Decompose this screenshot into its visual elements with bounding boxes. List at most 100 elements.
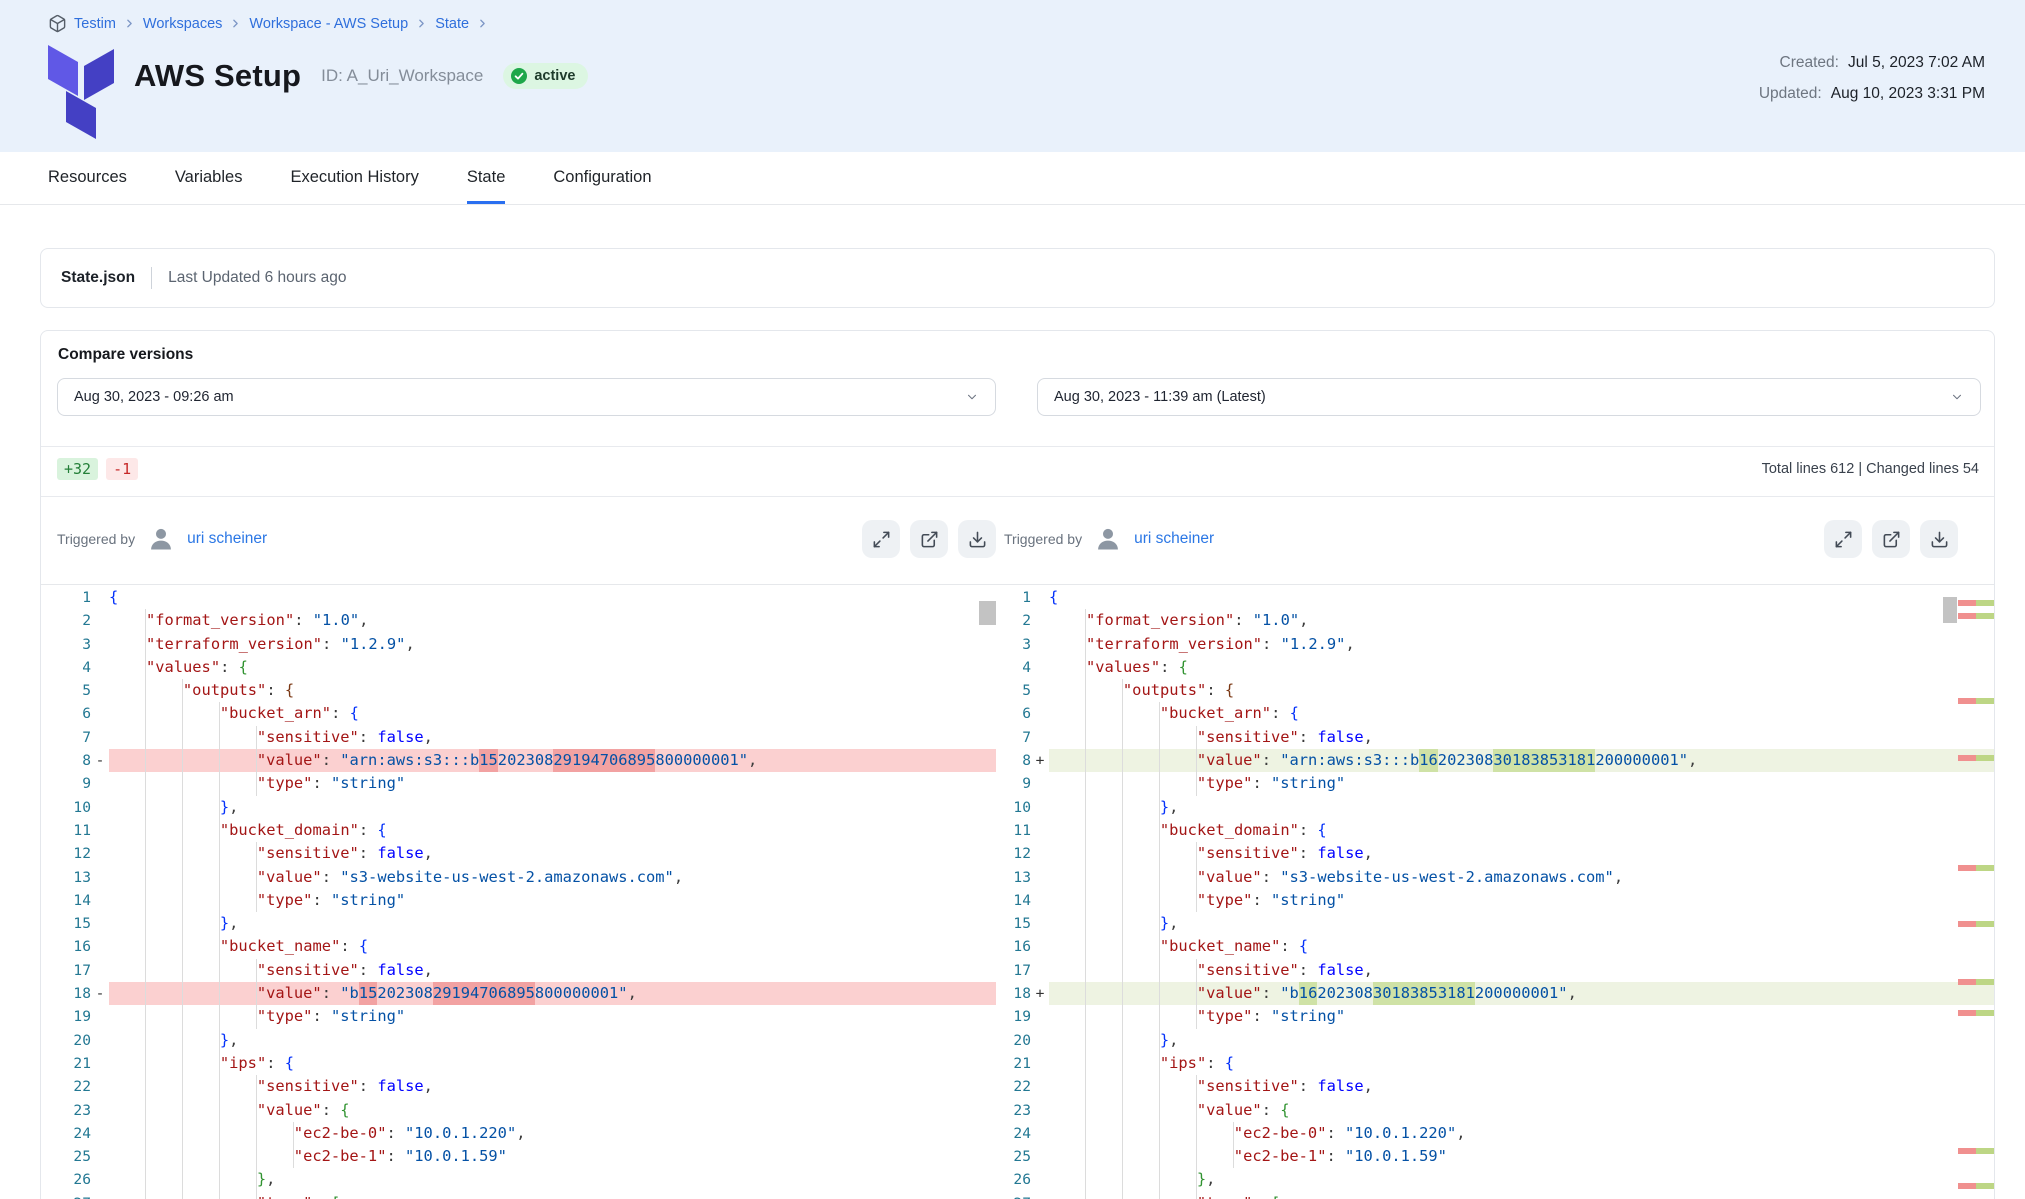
external-link-icon bbox=[1882, 530, 1901, 549]
expand-button[interactable] bbox=[1824, 520, 1862, 558]
line-number: 22 bbox=[1004, 1075, 1031, 1098]
indent-guides bbox=[109, 1192, 257, 1199]
tab-variables[interactable]: Variables bbox=[175, 152, 243, 204]
indent-guides bbox=[1049, 1122, 1234, 1145]
code-line: 12"sensitive": false, bbox=[1004, 842, 1994, 865]
diff-marker bbox=[1031, 656, 1049, 679]
line-number: 27 bbox=[57, 1192, 91, 1199]
line-number: 20 bbox=[1004, 1029, 1031, 1052]
code-line: 7"sensitive": false, bbox=[57, 726, 996, 749]
code-line-content: "outputs": { bbox=[109, 679, 996, 702]
code-line-content: "terraform_version": "1.2.9", bbox=[1049, 633, 1994, 656]
version-select-right-value: Aug 30, 2023 - 11:39 am (Latest) bbox=[1054, 389, 1266, 405]
download-button[interactable] bbox=[1920, 520, 1958, 558]
indent-guides bbox=[1049, 726, 1197, 749]
diff-ruler-mark bbox=[1958, 600, 1994, 606]
triggered-by-user-link[interactable]: uri scheiner bbox=[1134, 530, 1214, 548]
chevron-down-icon bbox=[965, 390, 979, 404]
created-value: Jul 5, 2023 7:02 AM bbox=[1848, 54, 1985, 72]
code-line: 15}, bbox=[1004, 912, 1994, 935]
indent-guides bbox=[109, 935, 220, 958]
cube-icon bbox=[48, 14, 67, 33]
indent-guides bbox=[1049, 796, 1160, 819]
indent-guides bbox=[1049, 1192, 1197, 1199]
updated-label: Updated: bbox=[1759, 85, 1822, 103]
indent-guides bbox=[109, 819, 220, 842]
indent-guides bbox=[109, 1099, 257, 1122]
version-select-right[interactable]: Aug 30, 2023 - 11:39 am (Latest) bbox=[1037, 378, 1981, 416]
indent-guides bbox=[109, 889, 257, 912]
code-line: 12"sensitive": false, bbox=[57, 842, 996, 865]
code-line-content: "type": "string" bbox=[1049, 1005, 1994, 1028]
line-number: 22 bbox=[57, 1075, 91, 1098]
tab-resources[interactable]: Resources bbox=[48, 152, 127, 204]
expand-button[interactable] bbox=[862, 520, 900, 558]
page-header: Testim Workspaces Workspace - AWS Setup Sta… bbox=[0, 0, 2025, 152]
breadcrumb-link[interactable]: State bbox=[435, 16, 469, 32]
indent-guides bbox=[1049, 982, 1197, 1005]
diff-marker bbox=[91, 1075, 109, 1098]
open-external-button[interactable] bbox=[910, 520, 948, 558]
line-number: 16 bbox=[1004, 935, 1031, 958]
open-external-button[interactable] bbox=[1872, 520, 1910, 558]
tab-configuration[interactable]: Configuration bbox=[553, 152, 651, 204]
code-line: 22 "sensitive": false, bbox=[57, 1075, 996, 1098]
diff-marker bbox=[1031, 819, 1049, 842]
line-number: 6 bbox=[1004, 702, 1031, 725]
indent-guides bbox=[1049, 866, 1197, 889]
line-number: 27 bbox=[1004, 1192, 1031, 1199]
code-panel-left[interactable]: 1{2"format_version": "1.0",3"terraform_v… bbox=[57, 586, 996, 1199]
diff-ruler-mark bbox=[1958, 921, 1994, 927]
indent-guides bbox=[109, 1168, 257, 1191]
code-line-content: "ec2-be-1": "10.0.1.59" bbox=[1049, 1145, 1994, 1168]
scrollbar-thumb[interactable] bbox=[979, 601, 996, 625]
diff-ruler-mark bbox=[1958, 1183, 1994, 1189]
indent-guides bbox=[1049, 749, 1197, 772]
code-line: 1{ bbox=[1004, 586, 1994, 609]
indent-guides bbox=[1049, 1005, 1197, 1028]
external-link-icon bbox=[920, 530, 939, 549]
diff-marker bbox=[1031, 912, 1049, 935]
triggered-by-user-link[interactable]: uri scheiner bbox=[187, 530, 267, 548]
line-number: 7 bbox=[1004, 726, 1031, 749]
code-line: 21"ips": { bbox=[1004, 1052, 1994, 1075]
diff-marker bbox=[1031, 1052, 1049, 1075]
version-select-left[interactable]: Aug 30, 2023 - 09:26 am bbox=[57, 378, 996, 416]
diff-marker bbox=[91, 1029, 109, 1052]
line-number: 23 bbox=[57, 1099, 91, 1122]
code-line: 19"type": "string" bbox=[1004, 1005, 1994, 1028]
indent-guides bbox=[109, 1122, 294, 1145]
code-line-content: "sensitive": false, bbox=[109, 1075, 996, 1098]
diff-marker bbox=[91, 935, 109, 958]
code-panel-right[interactable]: 1{2"format_version": "1.0",3"terraform_v… bbox=[1004, 586, 1994, 1199]
tab-state[interactable]: State bbox=[467, 152, 506, 204]
line-number: 1 bbox=[57, 586, 91, 609]
breadcrumb-link[interactable]: Workspaces bbox=[143, 16, 223, 32]
diff-marker bbox=[1031, 679, 1049, 702]
updated-value: Aug 10, 2023 3:31 PM bbox=[1831, 85, 1985, 103]
indent-guides bbox=[109, 609, 146, 632]
diff-ruler-mark bbox=[1958, 1148, 1994, 1154]
breadcrumb-link[interactable]: Testim bbox=[74, 16, 116, 32]
code-line-content: "value": { bbox=[1049, 1099, 1994, 1122]
diff-ruler-mark bbox=[1958, 613, 1994, 619]
code-line-content: }, bbox=[1049, 1029, 1994, 1052]
code-line-content: "type": "string" bbox=[1049, 772, 1994, 795]
diff-overview-ruler[interactable] bbox=[1958, 586, 1994, 1199]
diff-marker bbox=[91, 772, 109, 795]
indent-guides bbox=[109, 1029, 220, 1052]
breadcrumb-link[interactable]: Workspace - AWS Setup bbox=[249, 16, 408, 32]
indent-guides bbox=[109, 1145, 294, 1168]
code-line-content: "ips": { bbox=[1049, 1052, 1994, 1075]
code-line: 10}, bbox=[57, 796, 996, 819]
code-line-content: "outputs": { bbox=[1049, 679, 1994, 702]
indent-guides bbox=[1049, 679, 1123, 702]
tab-execution-history[interactable]: Execution History bbox=[290, 152, 418, 204]
indent-guides bbox=[1049, 889, 1197, 912]
avatar bbox=[1094, 525, 1122, 553]
diff-stats: +32 -1 bbox=[57, 458, 138, 480]
scrollbar-thumb[interactable] bbox=[1943, 597, 1957, 623]
download-button[interactable] bbox=[958, 520, 996, 558]
diff-marker bbox=[91, 912, 109, 935]
indent-guides bbox=[1049, 1052, 1160, 1075]
